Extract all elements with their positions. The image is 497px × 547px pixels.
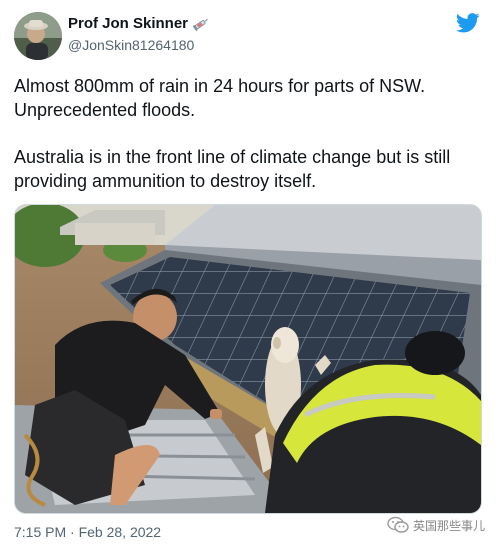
tweet-photo[interactable] bbox=[14, 204, 482, 514]
avatar[interactable] bbox=[14, 12, 62, 60]
wechat-icon bbox=[387, 516, 409, 533]
author-name-row: Prof Jon Skinner bbox=[68, 15, 210, 32]
twitter-bird-icon[interactable] bbox=[456, 13, 480, 33]
watermark-text: 英国那些事儿 bbox=[412, 518, 485, 533]
watermark: 英国那些事儿 bbox=[387, 516, 485, 534]
display-name[interactable]: Prof Jon Skinner bbox=[68, 15, 188, 32]
tweet-text: Almost 800mm of rain in 24 hours for par… bbox=[14, 74, 484, 216]
user-handle[interactable]: @JonSkin81264180 bbox=[68, 37, 194, 53]
syringe-icon bbox=[192, 18, 208, 31]
tweet-card: Prof Jon Skinner @JonSkin81264180 Almost… bbox=[0, 0, 497, 547]
tweet-paragraph: Australia is in the front line of climat… bbox=[14, 147, 451, 191]
tweet-timestamp[interactable]: 7:15 PM · Feb 28, 2022 bbox=[14, 524, 161, 540]
avatar-image bbox=[14, 12, 62, 60]
flood-rescue-image bbox=[15, 205, 481, 513]
tweet-paragraph: Almost 800mm of rain in 24 hours for par… bbox=[14, 76, 426, 120]
